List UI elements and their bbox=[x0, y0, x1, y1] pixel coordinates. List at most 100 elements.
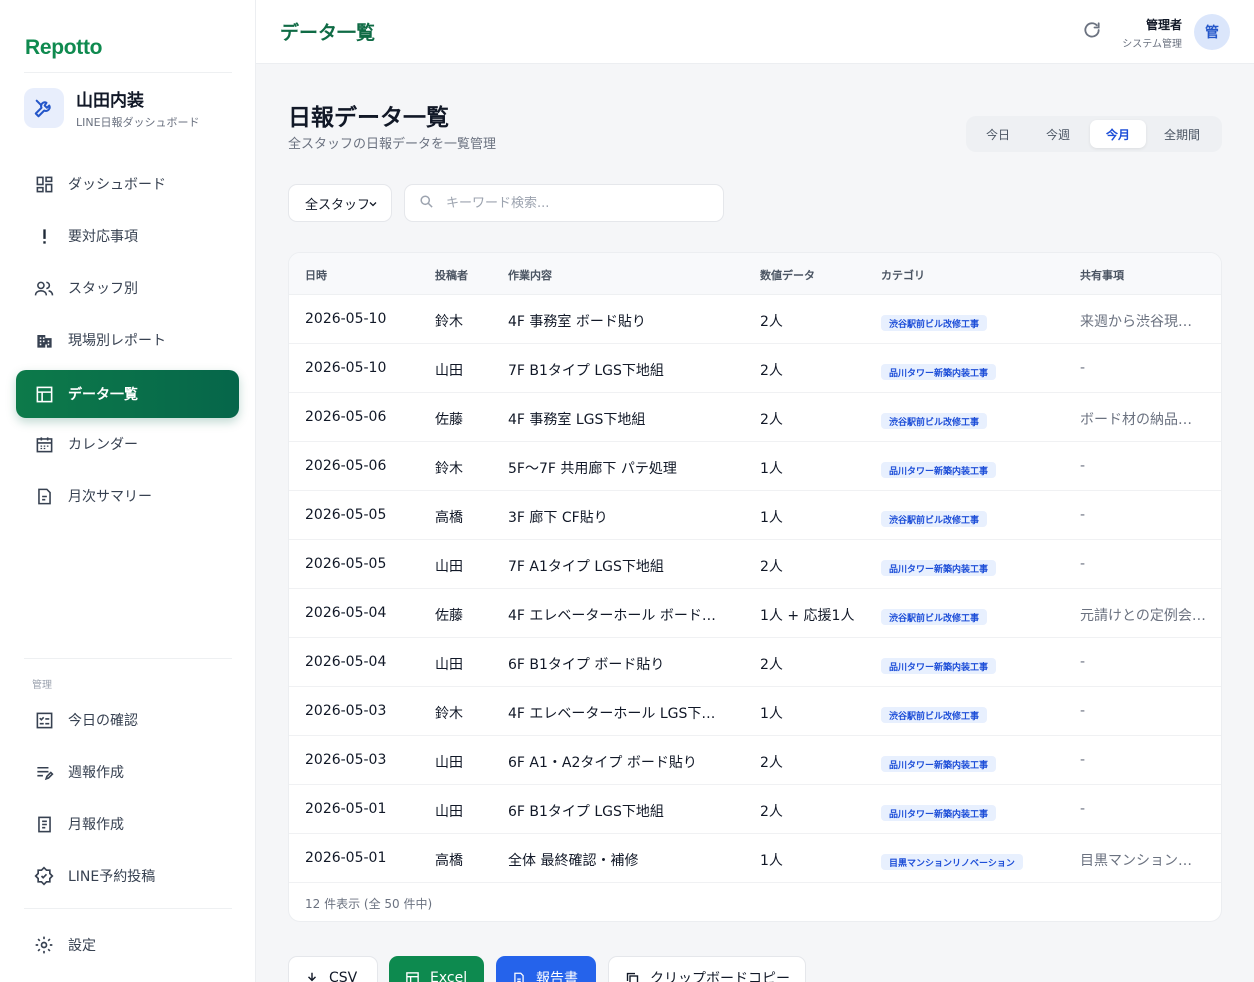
sidebar-item-site-report[interactable]: 現場別レポート bbox=[16, 316, 239, 364]
category-badge: 渋谷駅前ビル改修工事 bbox=[881, 511, 988, 527]
gear-icon bbox=[34, 935, 54, 955]
row-author: 高橋 bbox=[435, 510, 463, 526]
row-note: 元請けとの定例会… bbox=[1080, 608, 1206, 624]
sidebar-item-label: カレンダー bbox=[68, 437, 138, 453]
avatar[interactable]: 管 bbox=[1194, 14, 1230, 50]
row-date: 2026-05-04 bbox=[305, 654, 387, 670]
sidebar-item-calendar[interactable]: カレンダー bbox=[16, 420, 239, 468]
table-row[interactable]: 2026-05-05 高橋 3F 廊下 CF貼り 1人 - 渋谷駅前ビル改修工事 bbox=[289, 491, 1221, 540]
sidebar-item-data-list[interactable]: データ一覧 bbox=[16, 370, 239, 418]
download-icon bbox=[305, 971, 319, 982]
period-this-month[interactable]: 今月 bbox=[1090, 120, 1146, 148]
row-date: 2026-05-05 bbox=[305, 556, 387, 572]
refresh-icon[interactable] bbox=[1082, 20, 1104, 42]
table-row[interactable]: 2026-05-10 山田 7F B1タイプ LGS下地組 2人 - 品川タワー新築内装工… bbox=[289, 344, 1221, 393]
csv-export-button[interactable]: CSV bbox=[288, 956, 378, 982]
sidebar-item-dashboard[interactable]: ダッシュボード bbox=[16, 160, 239, 208]
row-date: 2026-05-03 bbox=[305, 703, 387, 719]
sidebar-item-today-check[interactable]: 今日の確認 bbox=[16, 696, 239, 744]
sidebar-item-monthly-report[interactable]: 月報作成 bbox=[16, 800, 239, 848]
excel-export-button[interactable]: Excel bbox=[389, 956, 484, 982]
column-header-work[interactable]: 作業内容 bbox=[508, 267, 552, 283]
document-icon bbox=[34, 486, 54, 506]
sidebar-item-label: 設定 bbox=[68, 938, 96, 954]
row-note: - bbox=[1080, 752, 1086, 768]
search-icon bbox=[419, 194, 434, 213]
row-work: 5F〜7F 共用廊下 パテ処理 bbox=[508, 461, 677, 477]
sidebar-item-label: 現場別レポート bbox=[68, 333, 166, 349]
period-selector: 今日 今週 今月 全期間 bbox=[966, 116, 1222, 152]
row-author: 山田 bbox=[435, 559, 463, 575]
column-header-date[interactable]: 日時 bbox=[305, 267, 327, 283]
table-row[interactable]: 2026-05-04 山田 6F B1タイプ ボード貼り 2人 - 品川タワー新築内装工事 bbox=[289, 638, 1221, 687]
clipboard-copy-button[interactable]: クリップボードコピー bbox=[608, 956, 806, 982]
row-note: ボード材の納品… bbox=[1080, 412, 1192, 428]
sidebar-item-settings[interactable]: 設定 bbox=[16, 921, 239, 969]
row-work: 全体 最終確認・補修 bbox=[508, 853, 639, 869]
table-header: 日時 投稿者 作業内容 数値データ カテゴリ 共有事項 bbox=[289, 253, 1221, 295]
period-today[interactable]: 今日 bbox=[970, 120, 1026, 148]
staff-filter-value: 全スタッフ bbox=[305, 197, 371, 213]
row-date: 2026-05-03 bbox=[305, 752, 387, 768]
tools-icon bbox=[24, 88, 64, 128]
row-author: 鈴木 bbox=[435, 461, 463, 477]
row-date: 2026-05-01 bbox=[305, 850, 387, 866]
search-box bbox=[404, 184, 724, 222]
data-table: 日時 投稿者 作業内容 数値データ カテゴリ 共有事項 2026-05-10 鈴木… bbox=[288, 252, 1222, 922]
row-count: 2人 bbox=[760, 804, 783, 820]
column-header-count[interactable]: 数値データ bbox=[760, 267, 815, 283]
sidebar-item-label: データ一覧 bbox=[68, 387, 138, 403]
sidebar-item-label: 要対応事項 bbox=[68, 229, 138, 245]
table-row[interactable]: 2026-05-06 佐藤 4F 事務室 LGS下地組 2人 ボード材の納品… 渋谷駅前ビ… bbox=[289, 393, 1221, 442]
page-title: 日報データ一覧 bbox=[288, 105, 449, 131]
table-row[interactable]: 2026-05-05 山田 7F A1タイプ LGS下地組 2人 - 品川タワー新築内装工… bbox=[289, 540, 1221, 589]
table-row[interactable]: 2026-05-10 鈴木 4F 事務室 ボード貼り 2人 来週から渋谷現… 渋谷駅前ビル… bbox=[289, 295, 1221, 344]
table-icon bbox=[34, 384, 54, 404]
building-icon bbox=[34, 330, 54, 350]
clipboard-button-label: クリップボードコピー bbox=[650, 971, 790, 982]
staff-filter-select[interactable]: 全スタッフ bbox=[288, 184, 392, 222]
sidebar-item-line-schedule[interactable]: LINE予約投稿 bbox=[16, 852, 239, 900]
column-header-category[interactable]: カテゴリ bbox=[881, 267, 925, 283]
app-logo[interactable]: Repotto bbox=[25, 36, 103, 60]
row-work: 6F A1・A2タイプ ボード貼り bbox=[508, 755, 697, 771]
category-badge: 渋谷駅前ビル改修工事 bbox=[881, 413, 988, 429]
exclamation-icon bbox=[34, 226, 54, 246]
sidebar-item-monthly-summary[interactable]: 月次サマリー bbox=[16, 472, 239, 520]
category-badge: 渋谷駅前ビル改修工事 bbox=[881, 609, 988, 625]
category-badge: 品川タワー新築内装工事 bbox=[881, 756, 997, 772]
table-row[interactable]: 2026-05-01 高橋 全体 最終確認・補修 1人 目黒マンション… 目黒マンションリ… bbox=[289, 834, 1221, 883]
column-header-note[interactable]: 共有事項 bbox=[1080, 267, 1124, 283]
row-date: 2026-05-04 bbox=[305, 605, 387, 621]
period-this-week[interactable]: 今週 bbox=[1026, 120, 1090, 148]
row-work: 4F エレベーターホール ボード… bbox=[508, 608, 716, 624]
period-all[interactable]: 全期間 bbox=[1146, 120, 1218, 148]
copy-icon bbox=[625, 971, 640, 982]
report-button[interactable]: 報告書 bbox=[496, 956, 596, 982]
table-row[interactable]: 2026-05-03 山田 6F A1・A2タイプ ボード貼り 2人 - 品川タワー新築内… bbox=[289, 736, 1221, 785]
category-badge: 品川タワー新築内装工事 bbox=[881, 462, 997, 478]
table-row[interactable]: 2026-05-06 鈴木 5F〜7F 共用廊下 パテ処理 1人 - 品川タワー新築内装工… bbox=[289, 442, 1221, 491]
row-author: 高橋 bbox=[435, 853, 463, 869]
row-author: 山田 bbox=[435, 363, 463, 379]
row-note: - bbox=[1080, 507, 1086, 523]
report-icon bbox=[34, 814, 54, 834]
sidebar-item-label: 今日の確認 bbox=[68, 713, 138, 729]
table-row[interactable]: 2026-05-04 佐藤 4F エレベーターホール ボード… 1人 + 応援1人 元請… bbox=[289, 589, 1221, 638]
table-row[interactable]: 2026-05-01 山田 6F B1タイプ LGS下地組 2人 - 品川タワー新築内装工… bbox=[289, 785, 1221, 834]
row-count: 1人 bbox=[760, 853, 783, 869]
column-header-author[interactable]: 投稿者 bbox=[435, 267, 468, 283]
search-input[interactable] bbox=[446, 195, 706, 211]
row-author: 佐藤 bbox=[435, 412, 463, 428]
row-work: 6F B1タイプ ボード貼り bbox=[508, 657, 665, 673]
row-work: 4F 事務室 LGS下地組 bbox=[508, 412, 646, 428]
row-count: 1人 bbox=[760, 461, 783, 477]
category-badge: 渋谷駅前ビル改修工事 bbox=[881, 707, 988, 723]
sidebar-item-action-required[interactable]: 要対応事項 bbox=[16, 212, 239, 260]
sidebar-item-weekly-report[interactable]: 週報作成 bbox=[16, 748, 239, 796]
row-note: - bbox=[1080, 703, 1086, 719]
user-info: 管理者 システム管理 bbox=[1122, 16, 1182, 50]
dashboard-grid-icon bbox=[34, 174, 54, 194]
table-row[interactable]: 2026-05-03 鈴木 4F エレベーターホール LGS下… 1人 - 渋谷駅前ビル改… bbox=[289, 687, 1221, 736]
sidebar-item-staff[interactable]: スタッフ別 bbox=[16, 264, 239, 312]
